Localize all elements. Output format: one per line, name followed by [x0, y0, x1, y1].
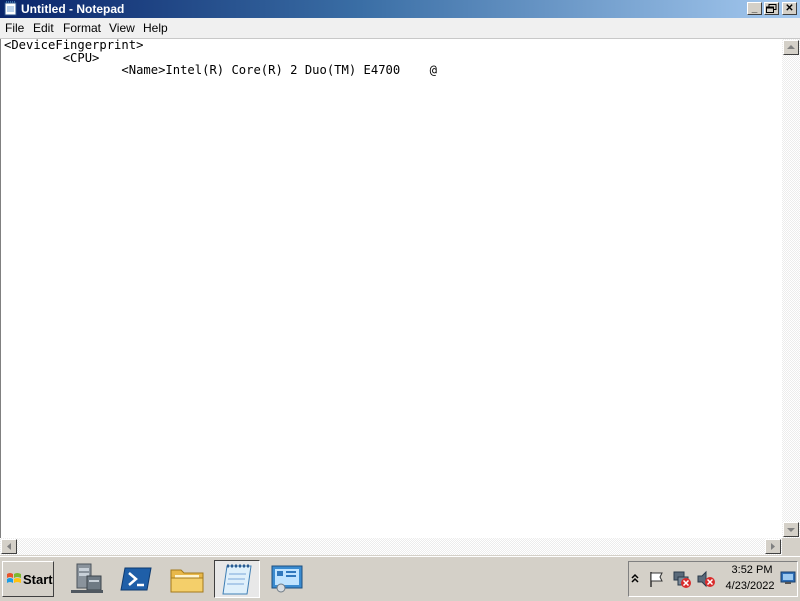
start-button[interactable]: Start	[2, 561, 54, 597]
taskbar-notepad[interactable]	[214, 560, 260, 598]
close-button[interactable]: ✕	[782, 2, 797, 15]
minimize-icon: _	[751, 3, 758, 14]
minimize-button[interactable]: _	[747, 2, 762, 15]
taskbar-server-manager[interactable]	[64, 560, 110, 598]
powershell-icon	[120, 567, 152, 591]
action-center-flag-icon[interactable]	[648, 570, 666, 588]
menu-format[interactable]: Format	[62, 20, 102, 36]
menu-help[interactable]: Help	[142, 20, 169, 36]
arrow-right-icon	[771, 543, 775, 550]
taskbar-file-explorer[interactable]	[164, 560, 210, 598]
editor-content[interactable]: <DeviceFingerprint> <CPU> <Name>Intel(R)…	[4, 39, 437, 77]
window-title: Untitled - Notepad	[21, 2, 125, 16]
scroll-left-button[interactable]	[1, 539, 17, 554]
menu-bar: File Edit Format View Help	[0, 18, 800, 39]
vertical-scrollbar[interactable]	[782, 39, 800, 538]
arrow-up-icon	[787, 45, 795, 49]
horizontal-scrollbar[interactable]	[0, 538, 782, 555]
scroll-down-button[interactable]	[783, 522, 799, 537]
menu-file[interactable]: File	[4, 20, 25, 36]
notepad-icon	[222, 564, 252, 595]
notepad-title-icon	[4, 1, 17, 16]
scroll-right-button[interactable]	[765, 539, 781, 554]
arrow-left-icon	[7, 543, 11, 550]
menu-view[interactable]: View	[108, 20, 136, 36]
start-label: Start	[23, 572, 53, 587]
show-desktop-icon[interactable]	[780, 571, 796, 585]
text-editor[interactable]: <DeviceFingerprint> <CPU> <Name>Intel(R)…	[0, 39, 782, 538]
server-manager-icon	[71, 563, 103, 593]
menu-edit[interactable]: Edit	[32, 20, 55, 36]
restore-icon	[766, 4, 777, 13]
clock-date[interactable]: 4/23/2022	[722, 580, 778, 592]
windows-logo-icon	[7, 573, 21, 583]
file-explorer-icon	[170, 569, 204, 593]
network-error-icon[interactable]	[672, 569, 692, 589]
clock-time[interactable]: 3:52 PM	[730, 564, 774, 576]
taskbar-powershell[interactable]	[114, 560, 160, 598]
scroll-up-button[interactable]	[783, 40, 799, 55]
restore-button[interactable]	[764, 2, 779, 15]
close-icon: ✕	[785, 3, 794, 14]
title-bar[interactable]: Untitled - Notepad _ ✕	[0, 0, 800, 18]
show-hidden-icons-chevron[interactable]	[630, 572, 640, 584]
control-panel-icon	[271, 565, 303, 593]
size-grip[interactable]	[782, 538, 800, 555]
volume-muted-icon[interactable]	[696, 570, 716, 588]
arrow-down-icon	[787, 528, 795, 532]
taskbar-control-panel[interactable]	[264, 560, 310, 598]
